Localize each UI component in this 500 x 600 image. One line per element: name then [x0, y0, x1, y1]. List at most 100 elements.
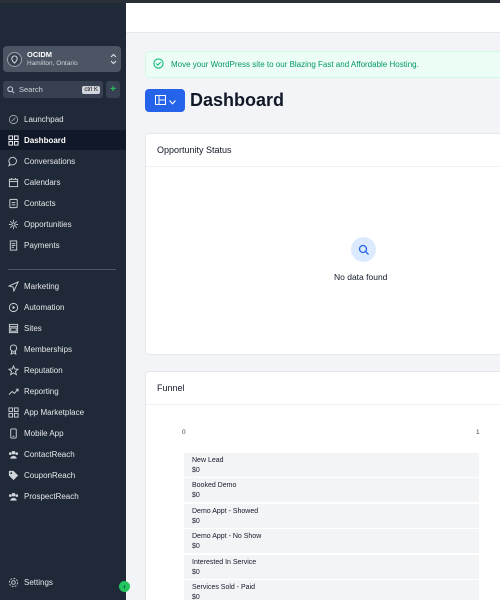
tag-icon — [8, 470, 19, 481]
card-title: Funnel — [146, 372, 500, 405]
sidebar-item-label: App Marketplace — [24, 407, 85, 417]
account-location: Hamilton, Ontario — [27, 60, 78, 67]
funnel-stage-value: $0 — [192, 543, 200, 550]
top-header — [126, 3, 500, 33]
sidebar-item-launchpad[interactable]: Launchpad — [0, 109, 126, 129]
sidebar-item-contacts[interactable]: Contacts — [0, 193, 126, 213]
sidebar-item-dashboard[interactable]: Dashboard — [0, 130, 126, 150]
sidebar-item-label: ProspectReach — [24, 491, 79, 501]
sidebar-item-label: Memberships — [24, 344, 73, 354]
calendar-icon — [8, 177, 19, 188]
sidebar-item-label: Sites — [24, 323, 42, 333]
sidebar-item-prospectreach[interactable]: ProspectReach — [0, 486, 126, 506]
banner-text: Move your WordPress site to our Blazing … — [171, 60, 419, 69]
marketplace-icon — [8, 406, 19, 418]
sidebar-item-contactreach[interactable]: ContactReach — [0, 444, 126, 464]
location-avatar-icon — [7, 51, 22, 67]
memberships-icon — [8, 343, 19, 355]
account-name: OCIDM — [27, 50, 52, 59]
main-content: Move your WordPress site to our Blazing … — [126, 3, 500, 600]
funnel-stage[interactable]: Demo Appt - No Show $0 — [184, 529, 479, 553]
sidebar-item-label: Marketing — [24, 281, 60, 291]
star-icon — [8, 364, 19, 376]
search-shortcut: ctrl K — [82, 85, 100, 94]
page-title: Dashboard — [190, 90, 285, 110]
sidebar-item-label: ContactReach — [24, 449, 75, 459]
funnel-axis-min: 0 — [182, 429, 186, 436]
account-switcher[interactable]: OCIDM Hamilton, Ontario — [3, 46, 121, 72]
search-icon — [7, 81, 15, 99]
funnel-stage-name: Interested In Service — [192, 559, 257, 566]
funnel-stage[interactable]: Demo Appt - Showed $0 — [184, 504, 479, 528]
sidebar-item-label: Settings — [24, 577, 53, 587]
automation-icon — [8, 302, 19, 313]
sidebar-item-reputation[interactable]: Reputation — [0, 360, 126, 380]
sidebar-item-memberships[interactable]: Memberships — [0, 339, 126, 359]
sidebar-item-app-marketplace[interactable]: App Marketplace — [0, 402, 126, 422]
dashboard-grid-icon — [8, 134, 19, 146]
sites-icon — [8, 323, 19, 334]
funnel-stage-name: New Lead — [192, 457, 224, 464]
sidebar-divider — [8, 269, 116, 270]
funnel-stage[interactable]: New Lead $0 — [184, 453, 479, 477]
group-icon — [8, 491, 19, 502]
layout-icon — [154, 92, 166, 110]
trend-icon — [8, 386, 19, 397]
sidebar-item-conversations[interactable]: Conversations — [0, 151, 126, 171]
sidebar-item-label: Mobile App — [24, 428, 64, 438]
group-icon — [8, 449, 19, 460]
sidebar-item-couponreach[interactable]: CouponReach — [0, 465, 126, 485]
send-icon — [8, 280, 19, 292]
funnel-stage-value: $0 — [192, 594, 200, 600]
funnel-stage-name: Demo Appt - No Show — [192, 533, 262, 540]
sidebar-item-settings[interactable]: Settings — [0, 572, 126, 592]
quick-add-button[interactable]: + — [106, 81, 120, 98]
sidebar-item-automation[interactable]: Automation — [0, 297, 126, 317]
sidebar-item-calendars[interactable]: Calendars — [0, 172, 126, 192]
search-label: Search — [19, 85, 43, 94]
check-circle-icon — [153, 56, 164, 74]
chevron-down-icon — [168, 92, 176, 110]
funnel-stage[interactable]: Booked Demo $0 — [184, 478, 479, 502]
funnel-stage-name: Services Sold - Paid — [192, 584, 256, 591]
sidebar-item-label: Dashboard — [24, 135, 66, 145]
sidebar-item-mobile-app[interactable]: Mobile App — [0, 423, 126, 443]
search-icon — [351, 237, 376, 262]
sidebar-item-marketing[interactable]: Marketing — [0, 276, 126, 296]
funnel-stage-name: Demo Appt - Showed — [192, 508, 259, 515]
funnel-stage-value: $0 — [192, 492, 200, 499]
sidebar-item-sites[interactable]: Sites — [0, 318, 126, 338]
opportunities-icon — [8, 219, 19, 230]
sidebar-item-label: Reporting — [24, 386, 59, 396]
sidebar-item-label: Contacts — [24, 198, 56, 208]
funnel-axis-max: 1 — [476, 429, 480, 436]
opportunity-status-card: Opportunity Status No data found — [145, 133, 500, 355]
funnel-stage-value: $0 — [192, 467, 200, 474]
chat-icon — [8, 156, 19, 167]
funnel-card: Funnel 0 1 New Lead $0 Booked Demo $0 De… — [145, 371, 500, 600]
sidebar-item-opportunities[interactable]: Opportunities — [0, 214, 126, 234]
funnel-stage-name: Booked Demo — [192, 482, 237, 489]
sidebar: OCIDM Hamilton, Ontario Search ctrl K + … — [0, 3, 130, 600]
funnel-stage[interactable]: Interested In Service $0 — [184, 555, 479, 579]
chevron-up-down-icon — [108, 53, 118, 65]
hosting-banner[interactable]: Move your WordPress site to our Blazing … — [145, 51, 500, 78]
sidebar-item-label: Opportunities — [24, 219, 72, 229]
mobile-icon — [8, 427, 19, 439]
search-input[interactable]: Search ctrl K — [3, 81, 103, 98]
sidebar-item-label: Calendars — [24, 177, 61, 187]
sidebar-item-reporting[interactable]: Reporting — [0, 381, 126, 401]
dashboard-switcher-button[interactable] — [145, 89, 185, 112]
sidebar-item-label: Launchpad — [24, 114, 64, 124]
gear-icon — [8, 577, 19, 588]
contacts-icon — [8, 198, 19, 209]
sidebar-item-payments[interactable]: Payments — [0, 235, 126, 255]
funnel-stage-value: $0 — [192, 518, 200, 525]
funnel-stage[interactable]: Services Sold - Paid $0 — [184, 580, 479, 600]
sidebar-item-label: CouponReach — [24, 470, 76, 480]
sidebar-item-label: Automation — [24, 302, 65, 312]
funnel-stage-value: $0 — [192, 569, 200, 576]
sidebar-item-label: Payments — [24, 240, 60, 250]
sidebar-item-label: Conversations — [24, 156, 76, 166]
empty-state-text: No data found — [334, 272, 388, 282]
